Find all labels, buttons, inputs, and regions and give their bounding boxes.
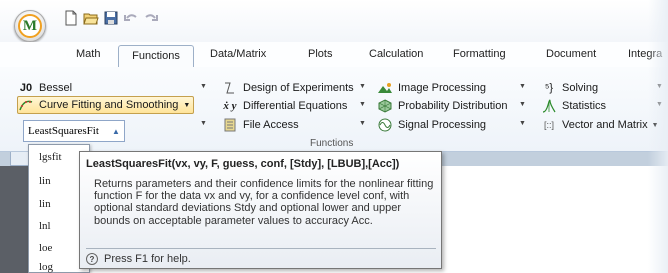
design-of-experiments-icon (222, 81, 238, 95)
app-logo: M (18, 14, 42, 38)
bessel-label: Bessel (39, 82, 73, 94)
vector-and-matrix-icon: [::] (543, 120, 554, 130)
list-item[interactable]: loe (39, 242, 52, 254)
image-processing-label: Image Processing (398, 82, 487, 94)
combo-row-dropdown-arrow[interactable]: ▼ (200, 120, 207, 127)
image-processing-dropdown-arrow[interactable]: ▼ (519, 83, 526, 90)
function-combo-box[interactable]: LeastSquaresFit ▲ (23, 120, 125, 142)
bessel-icon: J0 (19, 82, 33, 94)
function-tooltip: LeastSquaresFit(vx, vy, F, guess, conf, … (79, 151, 442, 269)
signal-processing-button[interactable]: Signal Processing (377, 116, 486, 134)
curve-fitting-button[interactable]: Curve Fitting and Smoothing ▼ (17, 96, 195, 114)
statistics-button[interactable]: Statistics (541, 97, 606, 115)
vector-and-matrix-button[interactable]: [::] Vector and Matrix ▼ (541, 116, 659, 134)
file-access-label: File Access (243, 119, 299, 131)
statistics-icon (541, 99, 557, 113)
ribbon-tabs: Math Functions Data/Matrix Plots Calcula… (0, 42, 668, 69)
differential-equations-label: Differential Equations (243, 100, 348, 112)
differential-equations-dropdown-arrow[interactable]: ▼ (359, 101, 366, 108)
application-menu-button[interactable]: M (14, 10, 46, 42)
file-access-dropdown-arrow[interactable]: ▼ (359, 120, 366, 127)
design-of-experiments-label: Design of Experiments (243, 82, 354, 94)
undo-icon[interactable] (123, 10, 139, 26)
tab-data-matrix[interactable]: Data/Matrix (210, 48, 266, 60)
combo-up-arrow-icon[interactable]: ▲ (108, 127, 124, 136)
tooltip-description: Returns parameters and their confidence … (94, 178, 434, 227)
save-icon[interactable] (103, 10, 119, 26)
redo-icon[interactable] (143, 10, 159, 26)
curve-fitting-dropdown-arrow: ▼ (183, 101, 191, 109)
signal-processing-icon (377, 118, 393, 132)
probability-distribution-label: Probability Distribution (398, 100, 508, 112)
functions-group-label: Functions (310, 138, 354, 149)
solving-label: Solving (562, 82, 599, 94)
tooltip-help: ? Press F1 for help. (86, 253, 191, 265)
combo-value: LeastSquaresFit (28, 125, 99, 137)
solving-button[interactable]: ⁵} Solving (541, 79, 598, 97)
tab-formatting[interactable]: Formatting (453, 48, 506, 60)
solving-icon: ⁵} (544, 82, 554, 94)
design-of-experiments-button[interactable]: Design of Experiments (222, 79, 354, 97)
image-processing-button[interactable]: Image Processing (377, 79, 486, 97)
open-folder-icon[interactable] (83, 10, 99, 26)
signal-processing-label: Signal Processing (398, 119, 487, 131)
new-document-icon[interactable] (63, 10, 79, 26)
list-item[interactable]: lnl (39, 220, 51, 232)
tab-functions[interactable]: Functions (118, 45, 194, 69)
curve-fitting-icon (18, 98, 34, 112)
right-edge-fade (648, 0, 668, 273)
signal-processing-dropdown-arrow[interactable]: ▼ (519, 120, 526, 127)
vector-and-matrix-label: Vector and Matrix (562, 119, 648, 131)
probability-distribution-dropdown-arrow[interactable]: ▼ (519, 101, 526, 108)
list-item[interactable]: lin (39, 198, 51, 210)
tab-math[interactable]: Math (76, 48, 100, 60)
image-processing-icon (377, 81, 393, 95)
probability-distribution-button[interactable]: Probability Distribution (377, 97, 507, 115)
tooltip-divider (86, 248, 436, 249)
probability-distribution-icon (377, 99, 393, 113)
tooltip-title: LeastSquaresFit(vx, vy, F, guess, conf, … (86, 158, 400, 170)
list-item[interactable]: lin (39, 175, 51, 187)
tab-document[interactable]: Document (546, 48, 596, 60)
file-access-icon (222, 118, 238, 132)
left-margin-panel (0, 166, 28, 273)
list-item[interactable]: log (39, 261, 53, 273)
help-icon: ? (86, 253, 98, 265)
file-access-button[interactable]: File Access (222, 116, 299, 134)
differential-equations-button[interactable]: ẋ y Differential Equations (222, 97, 347, 115)
help-text: Press F1 for help. (104, 253, 191, 265)
tab-plots[interactable]: Plots (308, 48, 332, 60)
list-item[interactable]: lgsfit (39, 151, 62, 163)
statistics-label: Statistics (562, 100, 607, 112)
design-of-experiments-dropdown-arrow[interactable]: ▼ (359, 83, 366, 90)
quick-access-toolbar: M (0, 0, 668, 42)
bessel-button[interactable]: J0 Bessel (18, 79, 72, 97)
bessel-dropdown-arrow[interactable]: ▼ (200, 83, 207, 90)
differential-equations-icon: ẋ y (223, 100, 237, 112)
tab-calculation[interactable]: Calculation (369, 48, 423, 60)
curve-fitting-label: Curve Fitting and Smoothing (39, 99, 179, 111)
